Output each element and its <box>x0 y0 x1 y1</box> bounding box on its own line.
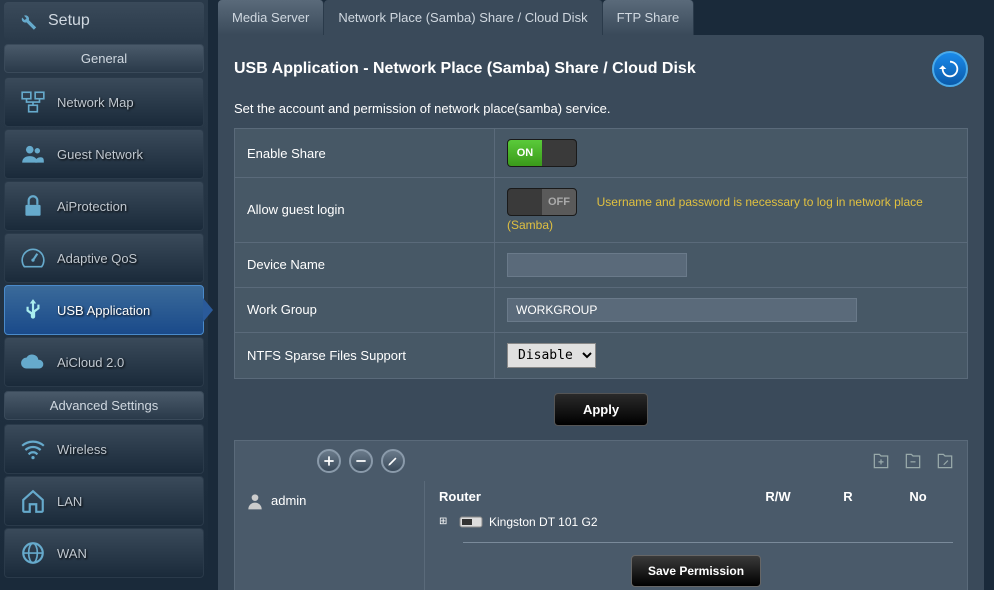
pencil-icon <box>386 454 400 468</box>
apply-button[interactable]: Apply <box>554 393 648 426</box>
tab-bar: Media Server Network Place (Samba) Share… <box>218 0 984 35</box>
folder-panel: Router R/W R No ⊞ Kingston DT 101 G2 Sav… <box>425 481 967 590</box>
divider <box>463 542 953 543</box>
nav-label: WAN <box>57 546 87 561</box>
minus-icon <box>354 454 368 468</box>
tab-media-server[interactable]: Media Server <box>218 0 324 35</box>
setup-label: Setup <box>48 12 90 30</box>
device-name-label: Device Name <box>235 242 495 287</box>
sidebar-item-aicloud[interactable]: AiCloud 2.0 <box>4 337 204 387</box>
device-name-input[interactable] <box>507 253 687 277</box>
tab-ftp-share[interactable]: FTP Share <box>603 0 695 35</box>
nav-label: Guest Network <box>57 147 143 162</box>
sidebar-item-adaptive-qos[interactable]: Adaptive QoS <box>4 233 204 283</box>
page-title: USB Application - Network Place (Samba) … <box>234 60 696 78</box>
nav-label: LAN <box>57 494 82 509</box>
sidebar-item-wan[interactable]: WAN <box>4 528 204 578</box>
folder-edit-icon <box>935 451 955 471</box>
lock-icon <box>19 192 47 220</box>
sidebar-item-wireless[interactable]: Wireless <box>4 424 204 474</box>
col-rw: R/W <box>743 489 813 504</box>
enable-share-label: Enable Share <box>235 129 495 178</box>
nav-label: AiCloud 2.0 <box>57 355 124 370</box>
sidebar-item-usb-application[interactable]: USB Application <box>4 285 204 335</box>
allow-guest-label: Allow guest login <box>235 178 495 243</box>
add-user-button[interactable] <box>317 449 341 473</box>
back-arrow-icon <box>939 58 961 80</box>
sidebar-item-guest-network[interactable]: Guest Network <box>4 129 204 179</box>
folder-table-header: Router R/W R No <box>439 489 953 510</box>
general-section-header: General <box>4 44 204 73</box>
nav-label: AiProtection <box>57 199 127 214</box>
sidebar-item-aiprotection[interactable]: AiProtection <box>4 181 204 231</box>
work-group-label: Work Group <box>235 287 495 332</box>
user-toolbar <box>235 441 967 481</box>
ntfs-sparse-select[interactable]: Disable <box>507 343 596 368</box>
folder-name: Kingston DT 101 G2 <box>489 515 598 529</box>
tab-samba-share[interactable]: Network Place (Samba) Share / Cloud Disk <box>324 0 602 35</box>
add-folder-button[interactable] <box>871 451 891 471</box>
user-name: admin <box>271 493 306 508</box>
nav-label: Wireless <box>57 442 107 457</box>
user-list: admin <box>235 481 425 590</box>
content-panel: USB Application - Network Place (Samba) … <box>218 35 984 590</box>
home-icon <box>19 487 47 515</box>
main-content: Media Server Network Place (Samba) Share… <box>208 0 994 590</box>
guest-network-icon <box>19 140 47 168</box>
user-permission-panel: admin Router R/W R No ⊞ <box>234 440 968 590</box>
sidebar-item-setup[interactable]: Setup <box>4 2 204 40</box>
network-map-icon <box>19 88 47 116</box>
edit-folder-button[interactable] <box>935 451 955 471</box>
expand-icon[interactable]: ⊞ <box>439 516 453 527</box>
sidebar-item-lan[interactable]: LAN <box>4 476 204 526</box>
enable-share-toggle[interactable]: ON <box>507 139 577 167</box>
cloud-icon <box>19 348 47 376</box>
nav-label: Network Map <box>57 95 134 110</box>
globe-icon <box>19 539 47 567</box>
user-icon <box>245 491 265 511</box>
ntfs-sparse-label: NTFS Sparse Files Support <box>235 332 495 378</box>
nav-label: USB Application <box>57 303 150 318</box>
work-group-input[interactable] <box>507 298 857 322</box>
wrench-icon <box>16 10 38 32</box>
wifi-icon <box>19 435 47 463</box>
col-r: R <box>813 489 883 504</box>
save-permission-button[interactable]: Save Permission <box>631 555 761 587</box>
sidebar: Setup General Network Map Guest Network … <box>0 0 208 590</box>
plus-icon <box>322 454 336 468</box>
nav-label: Adaptive QoS <box>57 251 137 266</box>
sidebar-item-network-map[interactable]: Network Map <box>4 77 204 127</box>
page-description: Set the account and permission of networ… <box>234 101 968 116</box>
folder-plus-icon <box>871 451 891 471</box>
folder-minus-icon <box>903 451 923 471</box>
remove-user-button[interactable] <box>349 449 373 473</box>
user-item-admin[interactable]: admin <box>245 491 414 511</box>
settings-table: Enable Share ON Allow guest login OFF Us… <box>234 128 968 379</box>
remove-folder-button[interactable] <box>903 451 923 471</box>
gauge-icon <box>19 244 47 272</box>
col-no: No <box>883 489 953 504</box>
edit-user-button[interactable] <box>381 449 405 473</box>
back-button[interactable] <box>932 51 968 87</box>
col-router: Router <box>439 489 743 504</box>
allow-guest-toggle[interactable]: OFF <box>507 188 577 216</box>
folder-row[interactable]: ⊞ Kingston DT 101 G2 <box>439 510 953 534</box>
usb-icon <box>19 296 47 324</box>
advanced-section-header: Advanced Settings <box>4 391 204 420</box>
disk-icon <box>459 514 483 530</box>
